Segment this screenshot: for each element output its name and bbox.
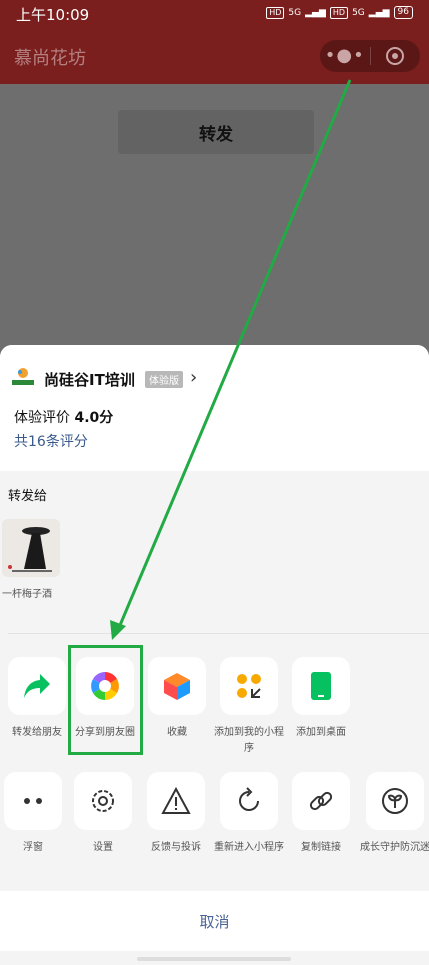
add-to-my-mini-programs-button[interactable]: 添加到我的小程序 (214, 657, 284, 757)
rating-count-link[interactable]: 共16条评分 (14, 431, 88, 451)
title-bar: 慕尚花坊 •●• (0, 28, 429, 84)
link-icon (292, 772, 350, 830)
copy-link-label: 复制链接 (301, 842, 341, 853)
settings-gear-icon (74, 772, 132, 830)
avatar (2, 519, 60, 577)
favorite-button[interactable]: 收藏 (142, 657, 212, 741)
battery-icon: 96 (393, 6, 413, 19)
app-title: 慕尚花坊 (14, 48, 86, 69)
add-mini-program-icon (220, 657, 278, 715)
add-to-desktop-icon (292, 657, 350, 715)
cancel-button[interactable]: 取消 (0, 891, 429, 951)
hd-icon-2: HD (329, 6, 349, 19)
settings-button[interactable]: 设置 (68, 772, 138, 856)
home-indicator (137, 957, 291, 961)
hd-icon: HD (266, 6, 285, 19)
growth-guard-label: 成长守护防沉迷 (360, 842, 429, 853)
share-to-label: 转发给 (8, 489, 48, 504)
rating-line: 体验评价 4.0分 (14, 407, 113, 427)
target-close-icon (386, 47, 405, 65)
rating-label: 体验评价 (14, 410, 70, 426)
add-to-my-mini-programs-label: 添加到我的小程序 (214, 727, 284, 754)
forward-button[interactable]: 转发 (118, 110, 314, 154)
trial-badge: 体验版 (145, 371, 183, 388)
mini-program-logo-icon (12, 368, 34, 385)
float-window-icon (4, 772, 62, 830)
cancel-label: 取消 (199, 912, 230, 931)
float-window-label: 浮窗 (23, 842, 43, 853)
contact-name: 一杆梅子酒 (2, 589, 52, 600)
network-5g-label-2: 5G (352, 7, 365, 18)
favorite-cube-icon (148, 657, 206, 715)
forward-to-friend-label: 转发给朋友 (12, 727, 62, 738)
mini-program-name: 尚硅谷IT培训 (44, 371, 135, 389)
signal-icon: ▂▄▆ (305, 7, 326, 18)
mini-program-info[interactable]: 尚硅谷IT培训 体验版 › 体验评价 4.0分 共16条评分 (0, 345, 429, 471)
share-arrow-icon (8, 657, 66, 715)
growth-guard-button[interactable]: 成长守护防沉迷 (360, 772, 429, 856)
rating-value: 4.0分 (74, 410, 114, 426)
network-5g-label-1: 5G (288, 7, 302, 18)
reload-icon (220, 772, 278, 830)
signal-icon-2: ▂▄▆ (368, 7, 390, 18)
contact-item[interactable]: 一杆梅子酒 (2, 519, 62, 600)
status-icons: HD 5G ▂▄▆ HD 5G ▂▄▆ 96 (266, 6, 413, 19)
favorite-label: 收藏 (167, 727, 187, 738)
settings-label: 设置 (93, 842, 113, 853)
status-bar: 上午10:09 HD 5G ▂▄▆ HD 5G ▂▄▆ 96 (0, 0, 429, 28)
float-window-button[interactable]: 浮窗 (0, 772, 68, 856)
reenter-mini-program-button[interactable]: 重新进入小程序 (214, 772, 284, 856)
share-action-sheet: 尚硅谷IT培训 体验版 › 体验评价 4.0分 共16条评分 转发给 一杆梅子酒 (0, 345, 429, 965)
divider (8, 633, 429, 634)
sprout-icon (366, 772, 424, 830)
close-mini-program-button[interactable] (370, 47, 420, 65)
add-to-desktop-button[interactable]: 添加到桌面 (286, 657, 356, 741)
forward-to-friend-button[interactable]: 转发给朋友 (2, 657, 72, 741)
warning-triangle-icon (147, 772, 205, 830)
feedback-button[interactable]: 反馈与投诉 (141, 772, 211, 856)
more-menu-button[interactable]: •●• (320, 40, 370, 72)
annotation-highlight-box (68, 645, 143, 755)
copy-link-button[interactable]: 复制链接 (286, 772, 356, 856)
status-time: 上午10:09 (16, 6, 90, 24)
feedback-label: 反馈与投诉 (151, 842, 201, 853)
reenter-mini-program-label: 重新进入小程序 (214, 842, 284, 853)
mini-program-capsule: •●• (320, 40, 420, 72)
add-to-desktop-label: 添加到桌面 (296, 727, 346, 738)
chevron-right-icon: › (190, 367, 198, 388)
